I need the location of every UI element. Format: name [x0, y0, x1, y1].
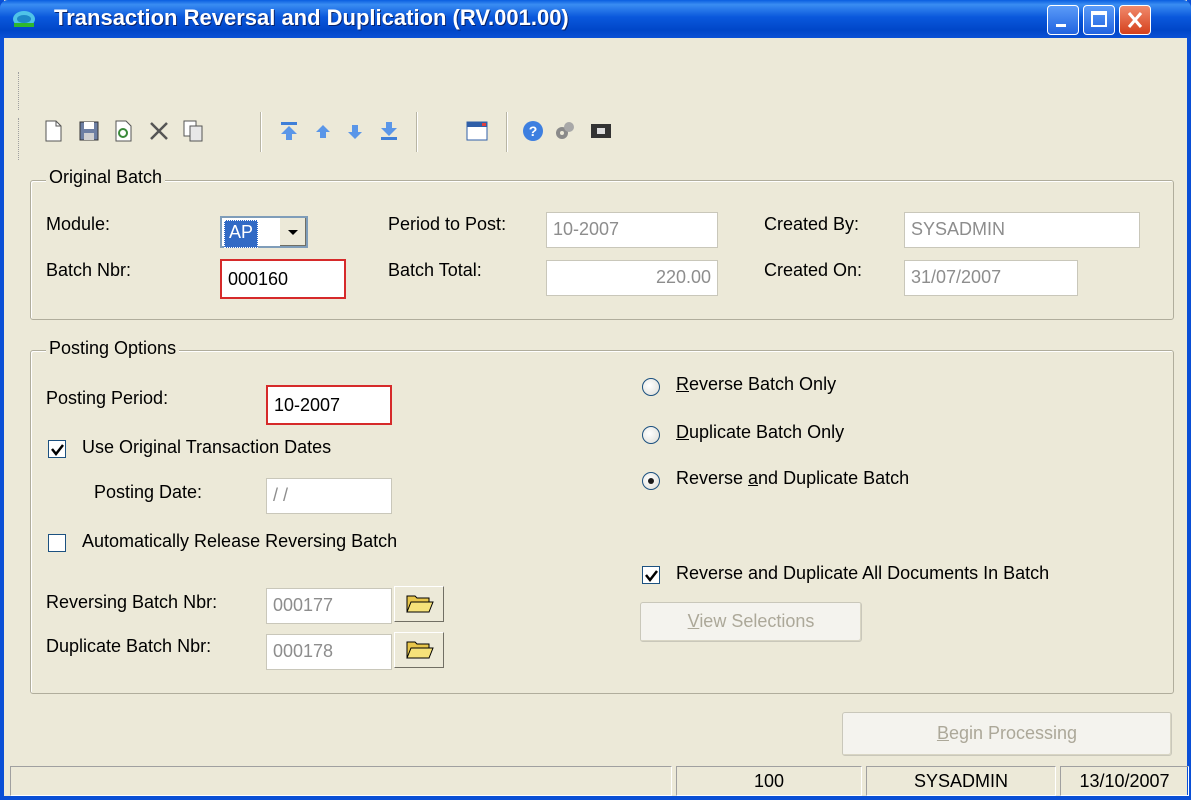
view-selections-button[interactable]: View Selections — [640, 602, 862, 642]
window-icon[interactable] — [464, 118, 490, 144]
last-record-icon[interactable] — [376, 118, 402, 144]
reversing-batch-label: Reversing Batch Nbr: — [46, 592, 218, 612]
original-batch-group — [30, 180, 1174, 320]
app-icon — [13, 11, 35, 27]
auto-release-label[interactable]: Automatically Release Reversing Batch — [82, 531, 397, 552]
copy-icon[interactable] — [180, 118, 206, 144]
folder-open-icon — [406, 595, 434, 613]
new-icon[interactable] — [40, 118, 66, 144]
begin-processing-mnemonic: B — [936, 723, 949, 743]
checkmark-icon — [645, 570, 658, 583]
reverse-only-radio[interactable] — [642, 378, 660, 396]
duplicate-batch-field: 000178 — [266, 634, 392, 670]
created-on-field: 31/07/2007 — [904, 260, 1078, 296]
begin-processing-text: egin Processing — [948, 723, 1078, 743]
original-batch-legend: Original Batch — [46, 167, 166, 188]
minimize-button[interactable] — [1047, 5, 1079, 35]
duplicate-only-text: uplicate Batch Only — [689, 422, 845, 442]
previous-record-icon[interactable] — [310, 118, 336, 144]
batch-nbr-input[interactable]: 000160 — [220, 259, 346, 299]
view-selections-mnemonic: V — [687, 611, 700, 631]
chevron-down-icon[interactable] — [279, 218, 306, 246]
use-original-dates-label[interactable]: Use Original Transaction Dates — [82, 437, 331, 458]
close-button[interactable] — [1119, 5, 1151, 35]
auto-release-checkbox[interactable] — [48, 534, 66, 552]
reverse-and-duplicate-label[interactable]: Reverse and Duplicate Batch — [676, 468, 909, 489]
begin-processing-button[interactable]: Begin Processing — [842, 712, 1172, 756]
toolbar-grip[interactable] — [18, 118, 23, 160]
checkmark-icon — [51, 444, 64, 457]
minimize-icon — [1056, 24, 1066, 27]
status-panel-company: 100 — [676, 766, 862, 796]
maximize-button[interactable] — [1083, 5, 1115, 35]
batch-nbr-label: Batch Nbr: — [46, 260, 132, 280]
period-to-post-field: 10-2007 — [546, 212, 718, 248]
refresh-icon[interactable] — [110, 118, 136, 144]
posting-period-label: Posting Period: — [46, 388, 169, 408]
reverse-and-duplicate-text: nd Duplicate Batch — [758, 468, 910, 488]
reverse-only-text: everse Batch Only — [689, 374, 837, 394]
batch-total-label: Batch Total: — [388, 260, 482, 280]
duplicate-batch-label: Duplicate Batch Nbr: — [46, 636, 212, 656]
first-record-icon[interactable] — [276, 118, 302, 144]
svg-text:?: ? — [529, 123, 538, 139]
posting-period-input[interactable]: 10-2007 — [266, 385, 392, 425]
batch-total-field: 220.00 — [546, 260, 718, 296]
next-record-icon[interactable] — [342, 118, 368, 144]
screen-icon[interactable] — [588, 118, 614, 144]
posting-date-field: / / — [266, 478, 392, 514]
reversing-batch-browse-button[interactable] — [394, 586, 444, 622]
delete-icon[interactable] — [146, 118, 172, 144]
reverse-only-label[interactable]: Reverse Batch Only — [676, 374, 836, 395]
use-original-dates-checkbox[interactable] — [48, 440, 66, 458]
reverse-and-duplicate-pre: Reverse — [676, 468, 749, 488]
window-title: Transaction Reversal and Duplication (RV… — [54, 5, 569, 30]
module-select[interactable]: AP — [220, 216, 308, 248]
posting-date-label: Posting Date: — [94, 482, 203, 502]
main-window: Transaction Reversal and Duplication (RV… — [0, 0, 1191, 800]
duplicate-batch-browse-button[interactable] — [394, 632, 444, 668]
duplicate-only-radio[interactable] — [642, 426, 660, 444]
created-by-label: Created By: — [764, 214, 860, 234]
reverse-and-duplicate-mnemonic: a — [748, 468, 759, 488]
toolbar-separator — [260, 112, 262, 152]
menu-grip[interactable] — [18, 72, 23, 110]
status-panel-date: 13/10/2007 — [1060, 766, 1189, 796]
all-documents-label[interactable]: Reverse and Duplicate All Documents In B… — [676, 563, 1049, 584]
maximize-icon — [1091, 11, 1107, 27]
reverse-only-mnemonic: R — [676, 374, 689, 394]
title-bar[interactable]: Transaction Reversal and Duplication (RV… — [0, 0, 1191, 38]
module-value: AP — [224, 220, 259, 248]
all-documents-checkbox[interactable] — [642, 566, 660, 584]
save-icon[interactable] — [76, 118, 102, 144]
toolbar-separator — [506, 112, 508, 152]
reverse-and-duplicate-radio[interactable] — [642, 472, 660, 490]
radio-selected-dot — [648, 478, 654, 484]
duplicate-only-mnemonic: D — [676, 422, 689, 442]
tools-icon[interactable] — [552, 118, 578, 144]
status-bar: 100 SYSADMIN 13/10/2007 — [8, 766, 1191, 796]
module-label: Module: — [46, 214, 111, 234]
status-panel-user: SYSADMIN — [866, 766, 1056, 796]
help-icon[interactable]: ? — [520, 118, 546, 144]
period-to-post-label: Period to Post: — [388, 214, 507, 234]
created-by-field: SYSADMIN — [904, 212, 1140, 248]
close-icon — [1127, 12, 1143, 28]
posting-options-legend: Posting Options — [46, 338, 180, 359]
created-on-label: Created On: — [764, 260, 863, 280]
status-panel-message — [10, 766, 672, 796]
folder-open-icon — [406, 641, 434, 659]
toolbar-separator — [416, 112, 418, 152]
view-selections-text: iew Selections — [699, 611, 815, 631]
reversing-batch-field: 000177 — [266, 588, 392, 624]
duplicate-only-label[interactable]: Duplicate Batch Only — [676, 422, 844, 443]
